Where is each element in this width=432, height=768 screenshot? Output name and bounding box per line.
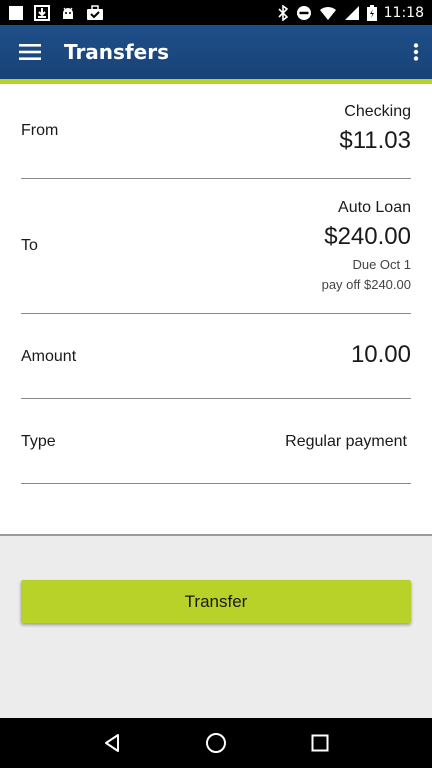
amount-label: Amount bbox=[21, 348, 77, 365]
to-due-date: Due Oct 1 bbox=[352, 257, 411, 272]
app-bar: Transfers bbox=[0, 25, 432, 79]
battery-charging-icon bbox=[366, 4, 377, 21]
from-account: Checking $11.03 bbox=[339, 103, 411, 155]
transfer-button[interactable]: Transfer bbox=[21, 580, 411, 623]
bluetooth-icon bbox=[278, 4, 288, 21]
from-account-name: Checking bbox=[344, 103, 411, 120]
type-row[interactable]: Type Regular payment bbox=[21, 399, 411, 484]
to-label: To bbox=[21, 237, 38, 254]
download-icon bbox=[34, 4, 50, 21]
back-button[interactable] bbox=[92, 723, 132, 763]
system-nav-bar bbox=[0, 718, 432, 768]
home-circle-icon bbox=[206, 733, 226, 753]
android-icon bbox=[63, 7, 73, 19]
status-bar: 11:18 bbox=[0, 0, 432, 25]
briefcase-check-icon bbox=[87, 4, 103, 20]
more-vert-icon bbox=[413, 43, 419, 61]
back-triangle-icon bbox=[105, 734, 119, 752]
hamburger-menu-icon bbox=[19, 44, 41, 60]
to-account-balance: $240.00 bbox=[324, 223, 411, 250]
wifi-icon bbox=[319, 6, 336, 20]
home-button[interactable] bbox=[196, 723, 236, 763]
from-row[interactable]: From Checking $11.03 bbox=[21, 84, 411, 179]
recents-square-icon bbox=[311, 734, 329, 752]
cellular-signal-icon bbox=[344, 5, 359, 20]
page-title: Transfers bbox=[64, 40, 169, 64]
do-not-disturb-icon bbox=[296, 5, 311, 20]
to-row[interactable]: To Auto Loan $240.00 Due Oct 1 pay off $… bbox=[21, 179, 411, 314]
overflow-menu-button[interactable] bbox=[400, 25, 432, 79]
transfer-form-card: From Checking $11.03 To Auto Loan $240.0… bbox=[0, 84, 432, 536]
type-select[interactable]: Regular payment bbox=[285, 433, 407, 451]
from-account-balance: $11.03 bbox=[339, 127, 411, 154]
type-label: Type bbox=[21, 433, 56, 450]
status-left-icons bbox=[8, 4, 104, 21]
from-label: From bbox=[21, 122, 59, 139]
status-time: 11:18 bbox=[383, 4, 424, 21]
status-right-icons: 11:18 bbox=[277, 4, 424, 21]
menu-button[interactable] bbox=[2, 25, 58, 79]
amount-input[interactable]: 10.00 bbox=[351, 341, 411, 369]
amount-row[interactable]: Amount 10.00 bbox=[21, 314, 411, 399]
notification-square-icon bbox=[9, 5, 23, 20]
to-account: Auto Loan $240.00 Due Oct 1 pay off $240… bbox=[322, 199, 411, 295]
recents-button[interactable] bbox=[300, 723, 340, 763]
to-payoff-amount: pay off $240.00 bbox=[321, 277, 411, 292]
to-account-name: Auto Loan bbox=[338, 199, 411, 216]
